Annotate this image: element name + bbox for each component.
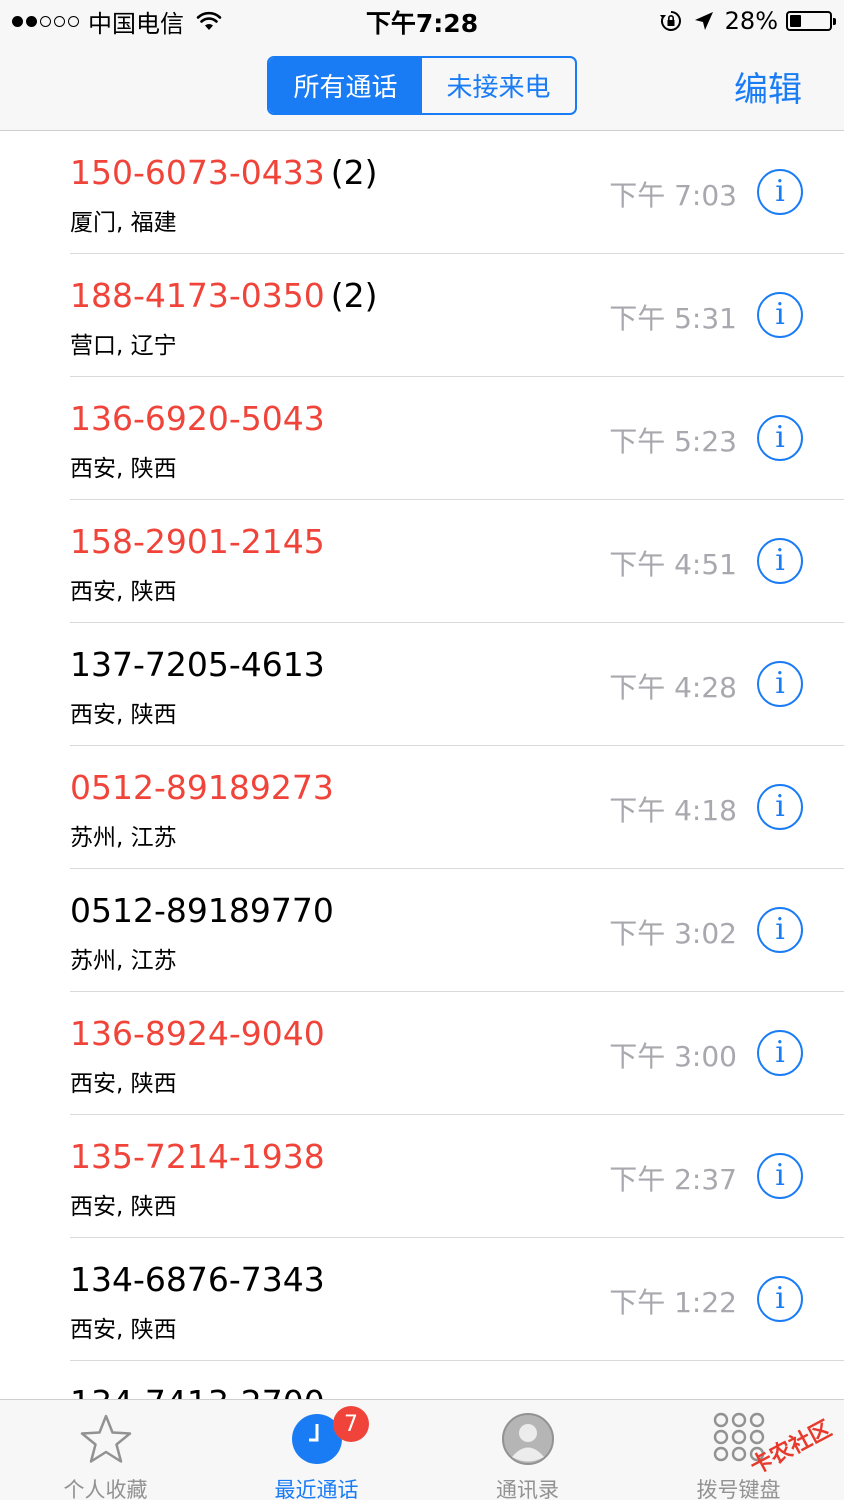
call-time: 下午 2:37 bbox=[609, 1163, 737, 1196]
call-row[interactable]: 0512-89189770 苏州, 江苏 下午 3:02 i bbox=[0, 869, 844, 992]
call-row[interactable]: 137-7205-4613 西安, 陕西 下午 4:28 i bbox=[0, 623, 844, 746]
segment-missed-calls[interactable]: 未接来电 bbox=[422, 58, 575, 113]
phone-number: 134-7413-2700 bbox=[70, 1383, 325, 1399]
call-number-line: 135-7214-1938 bbox=[70, 1137, 325, 1176]
call-location: 西安, 陕西 bbox=[70, 1194, 177, 1220]
call-number-line: 158-2901-2145 bbox=[70, 522, 325, 561]
contact-icon bbox=[501, 1413, 554, 1465]
call-time: 下午 4:28 bbox=[609, 671, 737, 704]
call-time: 下午 4:51 bbox=[609, 548, 737, 581]
call-row[interactable]: 136-6920-5043 西安, 陕西 下午 5:23 i bbox=[0, 377, 844, 500]
call-time: 下午 5:31 bbox=[609, 302, 737, 335]
call-location: 西安, 陕西 bbox=[70, 1317, 177, 1343]
phone-number: 134-6876-7343 bbox=[70, 1260, 325, 1299]
call-time: 下午 3:02 bbox=[609, 917, 737, 950]
call-number-line: 188-4173-0350 (2) bbox=[70, 276, 378, 315]
info-button[interactable]: i bbox=[757, 1153, 803, 1199]
call-count: (2) bbox=[330, 276, 378, 315]
call-row[interactable]: 134-6876-7343 西安, 陕西 下午 1:22 i bbox=[0, 1238, 844, 1361]
info-button[interactable]: i bbox=[757, 1276, 803, 1322]
phone-number: 0512-89189273 bbox=[70, 768, 334, 807]
call-time: 下午 3:00 bbox=[609, 1040, 737, 1073]
tab-recents[interactable]: 7 最近通话 bbox=[211, 1400, 422, 1500]
tab-label: 拨号键盘 bbox=[696, 1478, 781, 1500]
battery-level bbox=[790, 15, 801, 27]
battery-icon bbox=[786, 11, 836, 31]
info-button[interactable]: i bbox=[757, 538, 803, 584]
info-button[interactable]: i bbox=[757, 1030, 803, 1076]
star-icon bbox=[80, 1414, 131, 1463]
watermark-text: 卡农社区 bbox=[746, 1416, 836, 1480]
phone-number: 136-8924-9040 bbox=[70, 1014, 325, 1053]
call-location: 苏州, 江苏 bbox=[70, 948, 177, 974]
call-time: 下午 5:23 bbox=[609, 425, 737, 458]
segment-all-calls[interactable]: 所有通话 bbox=[269, 58, 422, 113]
tab-label: 通讯录 bbox=[496, 1478, 559, 1500]
phone-number: 158-2901-2145 bbox=[70, 522, 325, 561]
status-bar: 中国电信 下午7:28 28% bbox=[0, 0, 844, 40]
call-number-line: 0512-89189770 bbox=[70, 891, 334, 930]
call-number-line: 134-7413-2700 bbox=[70, 1383, 325, 1399]
info-button[interactable]: i bbox=[757, 907, 803, 953]
tab-favorites[interactable]: 个人收藏 bbox=[0, 1400, 211, 1500]
call-count: (2) bbox=[330, 153, 378, 192]
call-location: 西安, 陕西 bbox=[70, 1071, 177, 1097]
tab-label: 最近通话 bbox=[274, 1478, 359, 1500]
status-right: 28% bbox=[659, 6, 836, 36]
call-row[interactable]: 134-7413-2700 bbox=[0, 1361, 844, 1399]
call-number-line: 136-6920-5043 bbox=[70, 399, 325, 438]
tab-contacts[interactable]: 通讯录 bbox=[422, 1400, 633, 1500]
call-time: 下午 4:18 bbox=[609, 794, 737, 827]
call-row[interactable]: 135-7214-1938 西安, 陕西 下午 2:37 i bbox=[0, 1115, 844, 1238]
tab-bar: 个人收藏 7 最近通话 通讯录 拨号键盘 bbox=[0, 1399, 844, 1500]
call-time: 下午 7:03 bbox=[609, 179, 737, 212]
info-button[interactable]: i bbox=[757, 661, 803, 707]
call-number-line: 137-7205-4613 bbox=[70, 645, 325, 684]
phone-number: 188-4173-0350 bbox=[70, 276, 325, 315]
call-location: 营口, 辽宁 bbox=[70, 333, 177, 359]
call-time: 下午 1:22 bbox=[609, 1286, 737, 1319]
recent-calls-list[interactable]: 150-6073-0433 (2) 厦门, 福建 下午 7:03 i 188-4173-0… bbox=[0, 131, 844, 1399]
call-filter-segmented-control[interactable]: 所有通话 未接来电 bbox=[267, 56, 577, 115]
call-number-line: 150-6073-0433 (2) bbox=[70, 153, 378, 192]
info-button[interactable]: i bbox=[757, 784, 803, 830]
call-row[interactable]: 158-2901-2145 西安, 陕西 下午 4:51 i bbox=[0, 500, 844, 623]
call-row[interactable]: 0512-89189273 苏州, 江苏 下午 4:18 i bbox=[0, 746, 844, 869]
phone-number: 137-7205-4613 bbox=[70, 645, 325, 684]
call-number-line: 0512-89189273 bbox=[70, 768, 334, 807]
info-button[interactable]: i bbox=[757, 292, 803, 338]
call-location: 西安, 陕西 bbox=[70, 579, 177, 605]
nav-bar: 所有通话 未接来电 编辑 bbox=[0, 40, 844, 131]
call-location: 西安, 陕西 bbox=[70, 456, 177, 482]
call-row[interactable]: 136-8924-9040 西安, 陕西 下午 3:00 i bbox=[0, 992, 844, 1115]
phone-number: 150-6073-0433 bbox=[70, 153, 325, 192]
phone-number: 135-7214-1938 bbox=[70, 1137, 325, 1176]
call-row[interactable]: 150-6073-0433 (2) 厦门, 福建 下午 7:03 i bbox=[0, 131, 844, 254]
tab-label: 个人收藏 bbox=[63, 1478, 148, 1500]
info-button[interactable]: i bbox=[757, 169, 803, 215]
phone-number: 0512-89189770 bbox=[70, 891, 334, 930]
battery-percent: 28% bbox=[724, 7, 778, 35]
call-location: 西安, 陕西 bbox=[70, 702, 177, 728]
info-button[interactable]: i bbox=[757, 415, 803, 461]
call-number-line: 136-8924-9040 bbox=[70, 1014, 325, 1053]
location-arrow-icon bbox=[694, 12, 713, 30]
missed-calls-badge: 7 bbox=[333, 1406, 369, 1442]
phone-number: 136-6920-5043 bbox=[70, 399, 325, 438]
call-location: 苏州, 江苏 bbox=[70, 825, 177, 851]
battery-cap bbox=[833, 18, 836, 25]
call-number-line: 134-6876-7343 bbox=[70, 1260, 325, 1299]
call-row[interactable]: 188-4173-0350 (2) 营口, 辽宁 下午 5:31 i bbox=[0, 254, 844, 377]
edit-button[interactable]: 编辑 bbox=[734, 62, 802, 111]
call-location: 厦门, 福建 bbox=[70, 210, 177, 236]
rotation-lock-icon bbox=[659, 11, 681, 31]
